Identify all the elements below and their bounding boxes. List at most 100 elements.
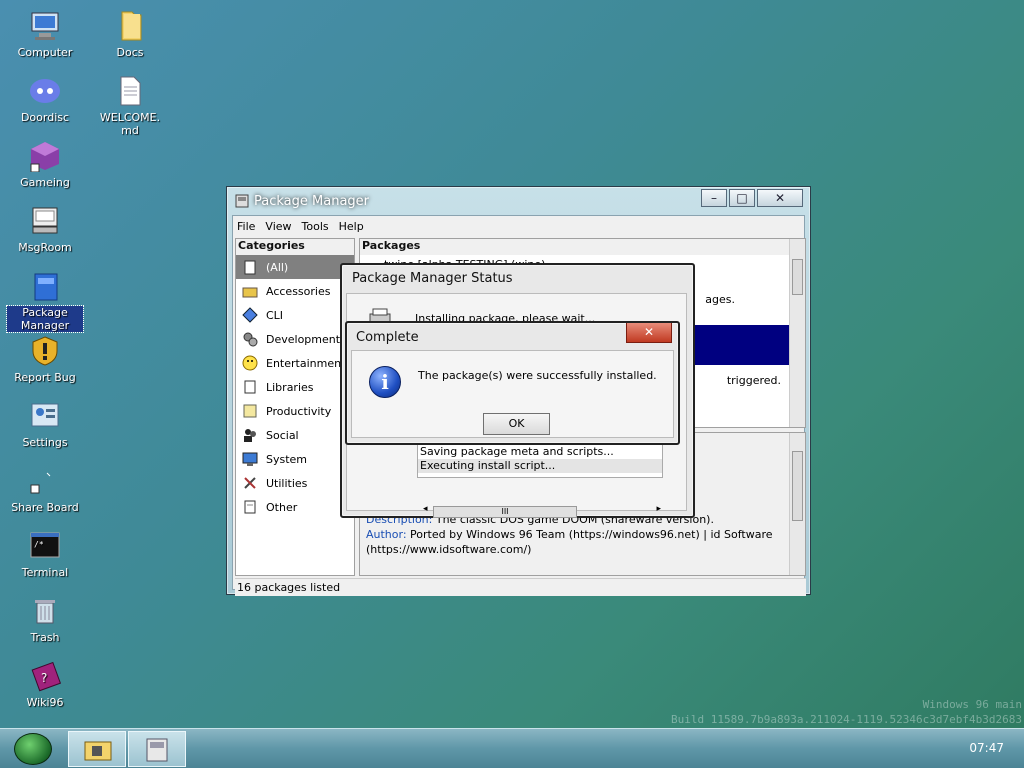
- category-other[interactable]: Other: [236, 495, 354, 519]
- share-board-icon: [29, 465, 61, 497]
- menubar: File View Tools Help: [233, 216, 804, 236]
- category-social[interactable]: Social: [236, 423, 354, 447]
- categories-pane: Categories (All) Accessories CLI Develop…: [235, 238, 355, 576]
- category-productivity[interactable]: Productivity: [236, 399, 354, 423]
- category-label: Accessories: [266, 284, 331, 298]
- categories-header: Categories: [236, 239, 354, 255]
- package-manager-titlebar[interactable]: Package Manager – □ ✕: [232, 187, 805, 215]
- scroll-thumb[interactable]: III: [433, 506, 577, 518]
- author-value: Ported by Windows 96 Team (https://windo…: [366, 528, 773, 556]
- window-controls: – □ ✕: [699, 189, 803, 209]
- menu-tools[interactable]: Tools: [302, 220, 329, 233]
- author-key: Author:: [366, 528, 407, 541]
- category-label: Development: [266, 332, 341, 346]
- category-entertainment[interactable]: Entertainment: [236, 351, 354, 375]
- diamond-icon: [242, 307, 258, 323]
- category-cli[interactable]: CLI: [236, 303, 354, 327]
- packages-scrollbar[interactable]: [789, 239, 805, 427]
- taskbar-package-manager-button[interactable]: [128, 731, 186, 767]
- tools-icon: [242, 475, 258, 491]
- scroll-right-arrow[interactable]: ▸: [656, 504, 661, 514]
- install-log: Saving package meta and scripts... Execu…: [417, 444, 663, 478]
- menu-view[interactable]: View: [265, 220, 291, 233]
- desktop-icon-trash[interactable]: Trash: [7, 595, 83, 644]
- desktop-icon-label: Trash: [30, 631, 60, 644]
- scroll-thumb[interactable]: [792, 451, 803, 521]
- svg-text:?: ?: [41, 671, 47, 685]
- document-icon: [114, 75, 146, 107]
- scroll-thumb[interactable]: [792, 259, 803, 295]
- packages-header: Packages: [360, 239, 805, 255]
- category-label: Utilities: [266, 476, 308, 490]
- gears-icon: [242, 331, 258, 347]
- minimize-button[interactable]: –: [701, 189, 727, 207]
- complete-message: The package(s) were successfully install…: [418, 369, 657, 382]
- desktop-icon-label: Docs: [116, 46, 144, 59]
- category-accessories[interactable]: Accessories: [236, 279, 354, 303]
- briefcase-icon: [242, 283, 258, 299]
- watermark-line: Windows 96 main: [922, 698, 1022, 711]
- trash-icon: [29, 595, 61, 627]
- desktop-icon-terminal[interactable]: /* Terminal: [7, 530, 83, 579]
- desktop-icon-label: WELCOME. md: [99, 111, 161, 137]
- desktop-icon-report-bug[interactable]: Report Bug: [7, 335, 83, 384]
- maximize-button[interactable]: □: [729, 189, 755, 207]
- discord-icon: [29, 75, 61, 107]
- details-scrollbar[interactable]: [789, 433, 805, 575]
- desktop-icon-computer[interactable]: Computer: [7, 10, 83, 59]
- complete-dialog-body: i The package(s) were successfully insta…: [351, 350, 674, 438]
- desktop-icon-label: Terminal: [21, 566, 69, 579]
- people-icon: [242, 427, 258, 443]
- category-libraries[interactable]: Libraries: [236, 375, 354, 399]
- package-manager-icon: [144, 737, 170, 766]
- ok-button[interactable]: OK: [483, 413, 550, 435]
- desktop-icon-docs[interactable]: Docs: [92, 10, 168, 59]
- category-label: Libraries: [266, 380, 314, 394]
- category-all[interactable]: (All): [236, 255, 354, 279]
- start-button[interactable]: [14, 733, 52, 765]
- desktop-icon-share-board[interactable]: Share Board: [7, 465, 83, 514]
- category-label: (All): [266, 260, 289, 274]
- taskbar-app-button[interactable]: [68, 731, 126, 767]
- menu-file[interactable]: File: [237, 220, 255, 233]
- category-label: Social: [266, 428, 299, 442]
- package-manager-icon: [234, 193, 250, 209]
- menu-help[interactable]: Help: [339, 220, 364, 233]
- category-utilities[interactable]: Utilities: [236, 471, 354, 495]
- desktop-icon-label: Gameing: [20, 176, 70, 189]
- scroll-left-arrow[interactable]: ◂: [423, 504, 428, 514]
- desktop-icon-label: Doordisc: [20, 111, 70, 124]
- wiki-book-icon: ?: [29, 660, 62, 692]
- category-label: System: [266, 452, 308, 466]
- log-line: Saving package meta and scripts...: [420, 445, 614, 458]
- desktop-icon-label: Share Board: [11, 501, 79, 514]
- desktop-icon-doordisc[interactable]: Doordisc: [7, 75, 83, 124]
- desktop-icon-welcome[interactable]: WELCOME. md: [92, 75, 168, 137]
- desktop-icon-msgroom[interactable]: MsgRoom: [7, 205, 83, 254]
- shield-warning-icon: [29, 335, 61, 367]
- desktop-icon-wiki96[interactable]: ? Wiki96: [7, 660, 83, 709]
- package-partial-text: ages.: [705, 292, 735, 306]
- close-button[interactable]: ✕: [757, 189, 803, 207]
- build-watermark: Windows 96 main Build 11589.7b9a893a.211…: [671, 697, 1022, 727]
- desktop-icon-label: MsgRoom: [18, 241, 72, 254]
- desktop-icon-package-manager[interactable]: Package Manager: [6, 270, 84, 333]
- svg-text:/*: /*: [34, 540, 44, 549]
- window-title: Package Manager: [254, 194, 370, 209]
- desktop-icon-settings[interactable]: Settings: [7, 400, 83, 449]
- desktop-icon-label: Computer: [17, 46, 73, 59]
- game-cube-icon: [29, 140, 61, 173]
- msgroom-icon: [29, 205, 61, 237]
- desktop-icon-gameing[interactable]: Gameing: [7, 140, 83, 189]
- desktop-icon-label: Settings: [22, 436, 68, 449]
- log-horizontal-scrollbar[interactable]: ◂ III ▸: [417, 504, 663, 520]
- category-development[interactable]: Development: [236, 327, 354, 351]
- category-system[interactable]: System: [236, 447, 354, 471]
- package-manager-icon: [29, 270, 61, 302]
- category-label: Productivity: [266, 404, 332, 418]
- terminal-icon: /*: [29, 530, 61, 562]
- close-button[interactable]: ✕: [626, 323, 672, 343]
- category-label: CLI: [266, 308, 284, 322]
- document-icon: [242, 499, 258, 515]
- monitor-icon: [242, 451, 258, 467]
